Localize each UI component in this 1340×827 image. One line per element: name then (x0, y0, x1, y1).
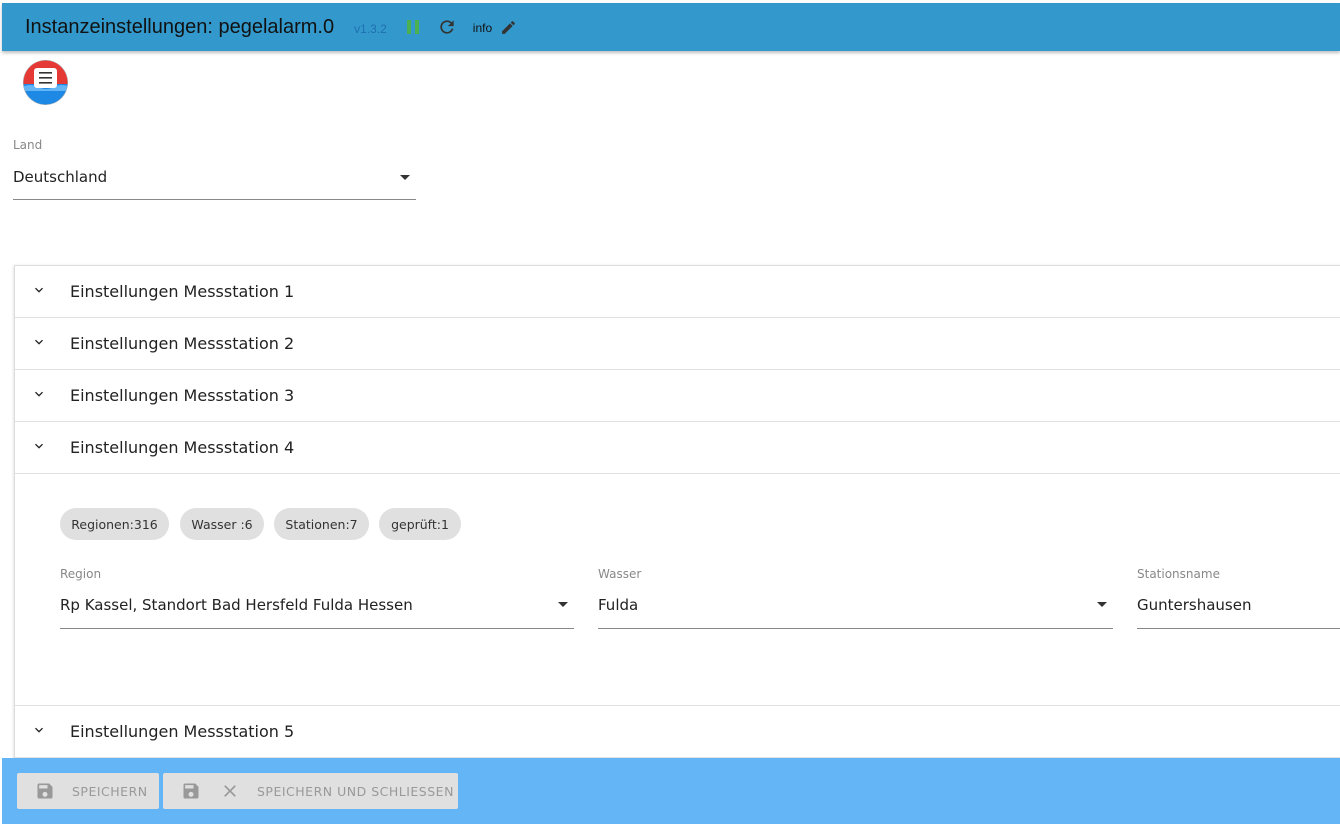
floppy-icon (37, 783, 53, 799)
wasser-select[interactable]: Fulda (598, 585, 1113, 629)
save-and-close-button[interactable]: SPEICHERN UND SCHLIESSEN (163, 773, 458, 809)
edit-icon[interactable] (496, 15, 520, 39)
accordion-header-station-5[interactable]: Einstellungen Messstation 5 (15, 706, 1340, 758)
stationsname-select[interactable]: Guntershausen (1137, 585, 1340, 629)
floppy-icon (183, 783, 199, 799)
station-accordion: Einstellungen Messstation 1 Einstellunge… (14, 265, 1340, 760)
stationsname-value: Guntershausen (1137, 596, 1252, 614)
version-label: v1.3.2 (354, 22, 387, 36)
adapter-logo (22, 59, 69, 106)
accordion-label: Einstellungen Messstation 1 (70, 282, 295, 301)
region-select[interactable]: Rp Kassel, Standort Bad Hersfeld Fulda H… (60, 585, 574, 629)
land-label: Land (13, 138, 43, 152)
dropdown-arrow-icon (400, 175, 410, 180)
geprueft-chip: geprüft:1 (379, 508, 461, 540)
close-icon (224, 785, 236, 797)
info-link[interactable]: info (473, 21, 492, 35)
chevron-down-icon (35, 443, 43, 449)
region-label: Region (60, 567, 102, 581)
page-title: Instanzeinstellungen: pegelalarm.0 (25, 15, 335, 38)
footer-bar: SPEICHERN SPEICHERN UND SCHLIESSEN (2, 758, 1340, 824)
accordion-label: Einstellungen Messstation 2 (70, 334, 295, 353)
accordion-label: Einstellungen Messstation 4 (70, 438, 295, 457)
save-and-close-label: SPEICHERN UND SCHLIESSEN (257, 783, 454, 799)
accordion-label: Einstellungen Messstation 3 (70, 386, 295, 405)
reload-icon[interactable] (435, 15, 459, 39)
header-bar: Instanzeinstellungen: pegelalarm.0 v1.3.… (2, 3, 1340, 51)
region-value: Rp Kassel, Standort Bad Hersfeld Fulda H… (60, 596, 413, 614)
land-value: Deutschland (13, 168, 108, 186)
accordion-body-station-4: Regionen:316 Wasser :6 Stationen:7 geprü… (15, 475, 1340, 706)
accordion-label: Einstellungen Messstation 5 (70, 722, 295, 741)
instance-settings-page: Instanzeinstellungen: pegelalarm.0 v1.3.… (0, 0, 1340, 827)
regionen-chip: Regionen:316 (60, 508, 169, 540)
stationen-chip: Stationen:7 (274, 508, 369, 540)
chevron-down-icon (35, 391, 43, 397)
wasser-label: Wasser (598, 567, 642, 581)
wasser-chip: Wasser :6 (180, 508, 264, 540)
dropdown-arrow-icon (558, 602, 568, 607)
chevron-down-icon (35, 727, 43, 733)
land-select[interactable]: Deutschland (13, 163, 416, 200)
accordion-header-station-4[interactable]: Einstellungen Messstation 4 (15, 422, 1340, 474)
save-label: SPEICHERN (72, 783, 148, 799)
save-button[interactable]: SPEICHERN (17, 773, 159, 809)
accordion-header-station-2[interactable]: Einstellungen Messstation 2 (15, 318, 1340, 370)
dropdown-arrow-icon (1097, 602, 1107, 607)
chevron-down-icon (35, 287, 43, 293)
accordion-header-station-1[interactable]: Einstellungen Messstation 1 (15, 266, 1340, 318)
accordion-header-station-3[interactable]: Einstellungen Messstation 3 (15, 370, 1340, 422)
chevron-down-icon (35, 339, 43, 345)
wasser-value: Fulda (598, 596, 639, 614)
stationsname-label: Stationsname (1137, 567, 1220, 581)
pause-icon[interactable] (401, 15, 425, 39)
